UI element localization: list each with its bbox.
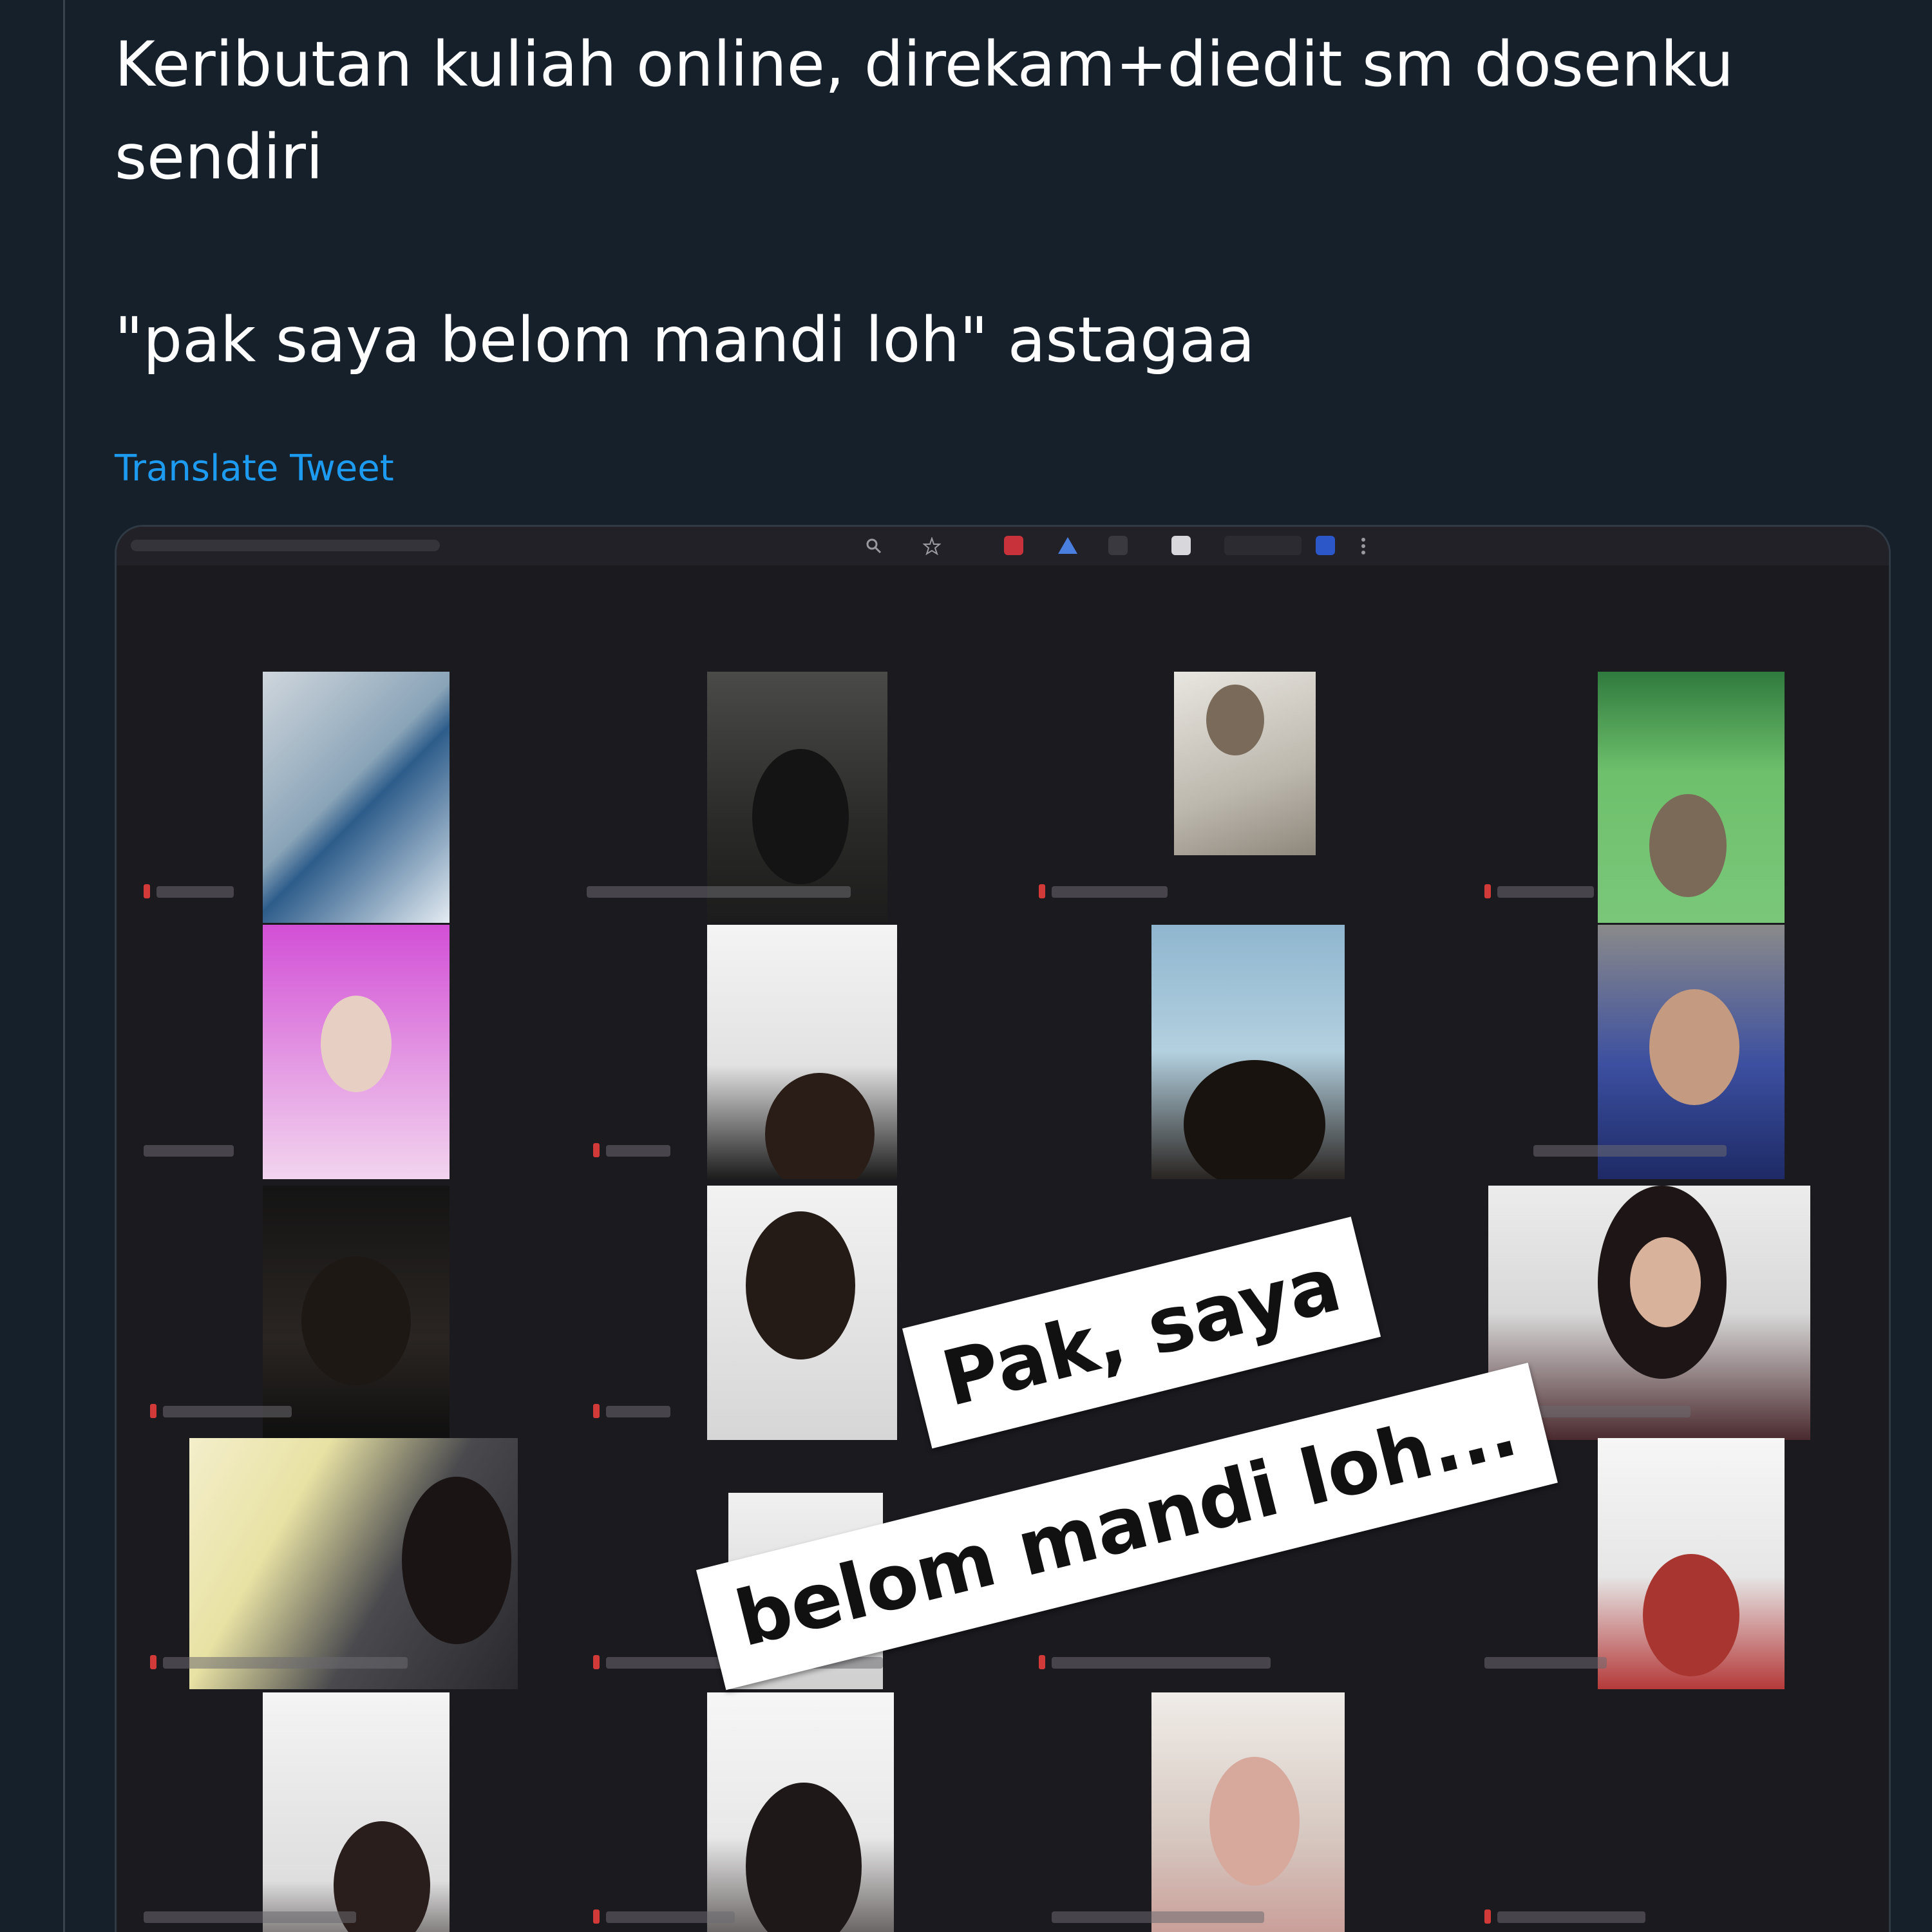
participant-video [263,1186,450,1440]
muted-mic-icon [593,1909,600,1924]
video-caption-sticker: Pak, saya [902,1217,1381,1449]
muted-mic-icon [1039,884,1045,898]
participant-video [707,672,887,923]
participant-name-label [606,1145,670,1157]
muted-mic-icon [1484,1909,1491,1924]
participant-name-label [144,1145,234,1157]
timeline-divider [63,0,65,1932]
participant-video [707,1186,897,1440]
drive-icon [1058,537,1077,554]
participant-name-label [1497,886,1594,898]
participant-figure [752,749,849,884]
participant-figure [746,1211,855,1359]
muted-mic-icon [1039,1655,1045,1669]
participant-video [1174,672,1316,855]
participant-name-label [163,1657,408,1669]
profile-icon [1316,536,1335,555]
star-icon [923,537,941,555]
recorded-browser-toolbar [117,527,1889,565]
tweet-text: Keributan kuliah online, direkam+diedit … [115,18,1892,386]
tweet-text-line: sendiri [115,121,323,193]
participant-name-label [156,886,234,898]
tweet-video[interactable]: Pak, saya belom mandi loh... [115,525,1891,1932]
participant-name-label [606,1406,670,1417]
participant-video [263,925,450,1179]
muted-mic-icon [593,1404,600,1418]
participant-video [1151,1692,1345,1932]
tweet-text-line: "pak saya belom mandi loh" astagaa [115,304,1255,376]
participant-name-label [1052,886,1168,898]
participant-name-label [144,1911,356,1923]
extension-icon [1004,536,1023,555]
tweet-text-line: Keributan kuliah online, direkam+diedit … [115,28,1734,100]
participant-figure [1649,794,1727,897]
muted-mic-icon [1484,884,1491,898]
participant-figure [1649,989,1739,1105]
muted-mic-icon [150,1404,156,1418]
muted-mic-icon [150,1655,156,1669]
participant-video [1598,925,1785,1179]
muted-mic-icon [144,884,150,898]
participant-video [707,925,897,1179]
participant-name-label [1052,1657,1271,1669]
extension-icon [1224,536,1302,555]
participant-video [1598,672,1785,923]
participant-figure [402,1477,511,1644]
participant-name-label [1484,1657,1607,1669]
participant-video [1598,1438,1785,1689]
extension-icon [1108,536,1128,555]
participant-name-label [1497,1911,1645,1923]
participant-name-label [163,1406,292,1417]
participant-name-label [606,1911,735,1923]
participant-figure [1184,1060,1325,1179]
participant-video [1151,925,1345,1179]
participant-face [1630,1237,1701,1327]
participant-figure [746,1783,862,1932]
participant-video [263,672,450,923]
participant-figure [1209,1757,1300,1886]
participant-figure [765,1073,875,1179]
recorded-url-bar [131,540,440,551]
participant-figure [301,1256,411,1385]
participant-video [707,1692,894,1932]
participant-name-label [1533,1145,1727,1157]
muted-mic-icon [593,1143,600,1157]
participant-name-label [1052,1911,1264,1923]
translate-tweet-link[interactable]: Translate Tweet [115,443,394,495]
participant-figure [1643,1554,1739,1676]
participant-name-label [587,886,851,898]
menu-icon [1361,538,1365,554]
extension-icon [1171,536,1191,555]
muted-mic-icon [593,1655,600,1669]
participant-figure [321,996,392,1092]
participant-video [189,1438,518,1689]
search-icon [866,538,882,554]
participant-figure [1206,685,1264,755]
participant-video [263,1692,450,1932]
